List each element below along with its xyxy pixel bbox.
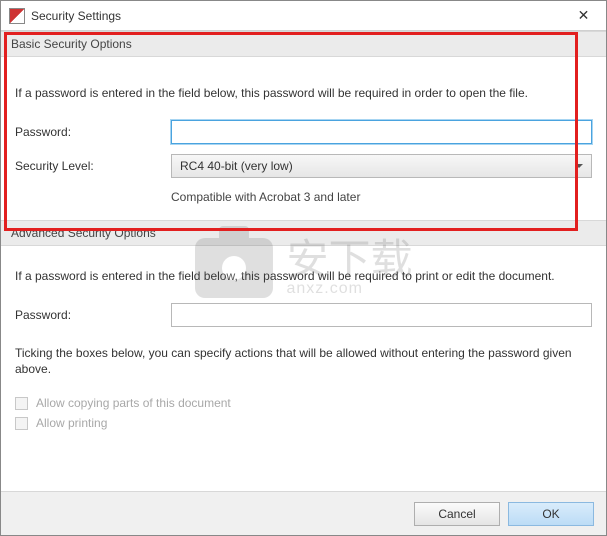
- close-button[interactable]: ✕: [561, 1, 606, 31]
- security-level-combo[interactable]: RC4 40-bit (very low): [171, 154, 592, 178]
- basic-password-label: Password:: [15, 125, 171, 139]
- close-icon: ✕: [578, 7, 590, 24]
- basic-section-header: Basic Security Options: [1, 31, 606, 57]
- window-title: Security Settings: [31, 9, 121, 23]
- basic-password-row: Password:: [15, 120, 592, 144]
- advanced-password-label: Password:: [15, 308, 171, 322]
- advanced-intro: If a password is entered in the field be…: [15, 268, 592, 285]
- button-bar: Cancel OK: [1, 491, 606, 535]
- app-icon: [9, 8, 25, 24]
- titlebar: Security Settings ✕: [1, 1, 606, 31]
- basic-panel: If a password is entered in the field be…: [1, 57, 606, 220]
- security-level-label: Security Level:: [15, 159, 171, 173]
- tick-intro: Ticking the boxes below, you can specify…: [15, 345, 592, 379]
- cancel-button[interactable]: Cancel: [414, 502, 500, 526]
- security-level-hint: Compatible with Acrobat 3 and later: [171, 188, 592, 210]
- advanced-password-input[interactable]: [171, 303, 592, 327]
- security-level-row: Security Level: RC4 40-bit (very low): [15, 154, 592, 178]
- allow-copy-label: Allow copying parts of this document: [36, 396, 231, 410]
- security-level-value: RC4 40-bit (very low): [180, 159, 293, 173]
- basic-password-input[interactable]: [171, 120, 592, 144]
- allow-print-label: Allow printing: [36, 416, 107, 430]
- basic-intro: If a password is entered in the field be…: [15, 85, 592, 102]
- advanced-section-header: Advanced Security Options: [1, 220, 606, 246]
- chevron-down-icon: [575, 164, 583, 168]
- advanced-panel: If a password is entered in the field be…: [1, 246, 606, 446]
- allow-print-row: Allow printing: [15, 416, 592, 430]
- allow-print-checkbox[interactable]: [15, 417, 28, 430]
- advanced-password-row: Password:: [15, 303, 592, 327]
- allow-copy-row: Allow copying parts of this document: [15, 396, 592, 410]
- ok-button[interactable]: OK: [508, 502, 594, 526]
- allow-copy-checkbox[interactable]: [15, 397, 28, 410]
